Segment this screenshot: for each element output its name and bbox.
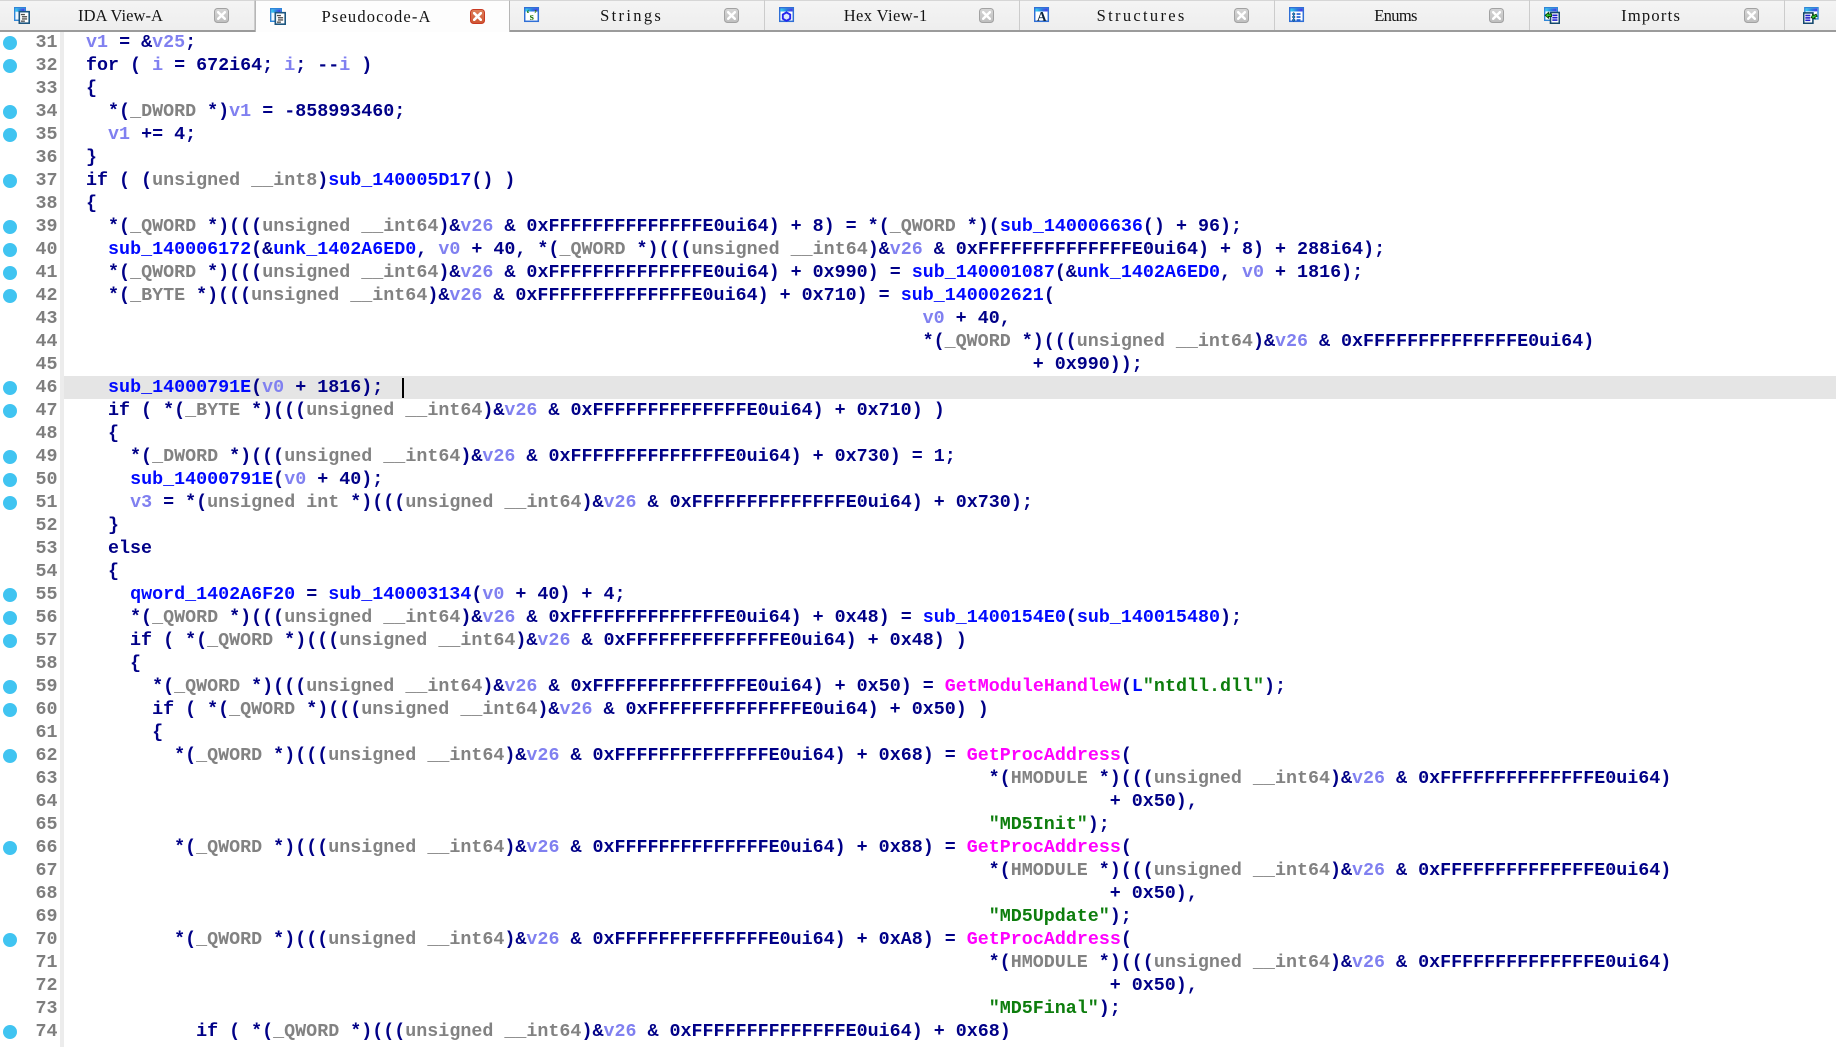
svg-text:‘: ‘ <box>526 9 529 20</box>
svg-text:A: A <box>1037 9 1047 24</box>
svg-text:’: ’ <box>534 9 537 20</box>
